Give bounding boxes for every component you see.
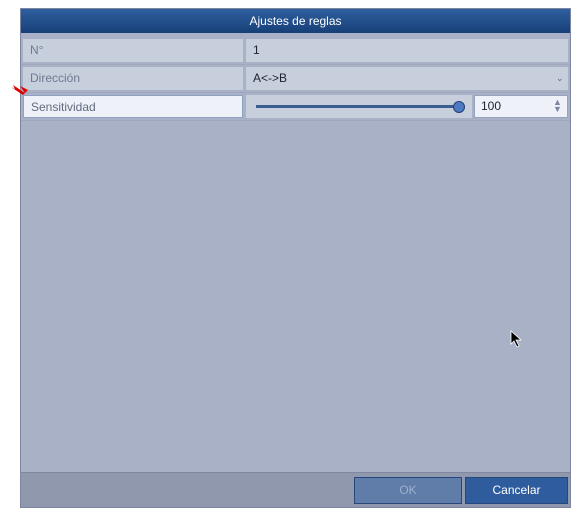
dialog-footer: OK Cancelar: [21, 472, 570, 507]
direction-select[interactable]: A<->B ⌄: [246, 67, 568, 90]
direction-row: Dirección A<->B ⌄: [21, 65, 570, 93]
slider-track: [256, 105, 460, 108]
dialog-title: Ajustes de reglas: [21, 9, 570, 33]
number-label: N°: [23, 39, 243, 62]
number-value: 1: [246, 39, 568, 62]
slider-knob[interactable]: [453, 101, 465, 113]
direction-value: A<->B: [253, 71, 288, 85]
number-row: N° 1: [21, 37, 570, 65]
sensitivity-label: Sensitividad: [23, 95, 243, 118]
cancel-button[interactable]: Cancelar: [465, 477, 568, 504]
sensitivity-value: 100: [481, 99, 502, 113]
sensitivity-slider[interactable]: [246, 95, 472, 118]
mouse-pointer-icon: [510, 330, 523, 348]
sensitivity-row: Sensitividad 100 ▲ ▼: [21, 93, 570, 121]
rules-settings-dialog: Ajustes de reglas N° 1 Dirección A<->B ⌄…: [20, 8, 571, 508]
chevron-down-icon[interactable]: ⌄: [556, 74, 564, 83]
ok-button[interactable]: OK: [354, 477, 462, 504]
red-arrow-icon: [1, 80, 28, 95]
spinner-icon[interactable]: ▲ ▼: [553, 98, 562, 114]
sensitivity-value-input[interactable]: 100 ▲ ▼: [474, 95, 568, 118]
settings-form: N° 1 Dirección A<->B ⌄ Sensitividad 100 …: [21, 37, 570, 121]
direction-label: Dirección: [23, 67, 243, 90]
